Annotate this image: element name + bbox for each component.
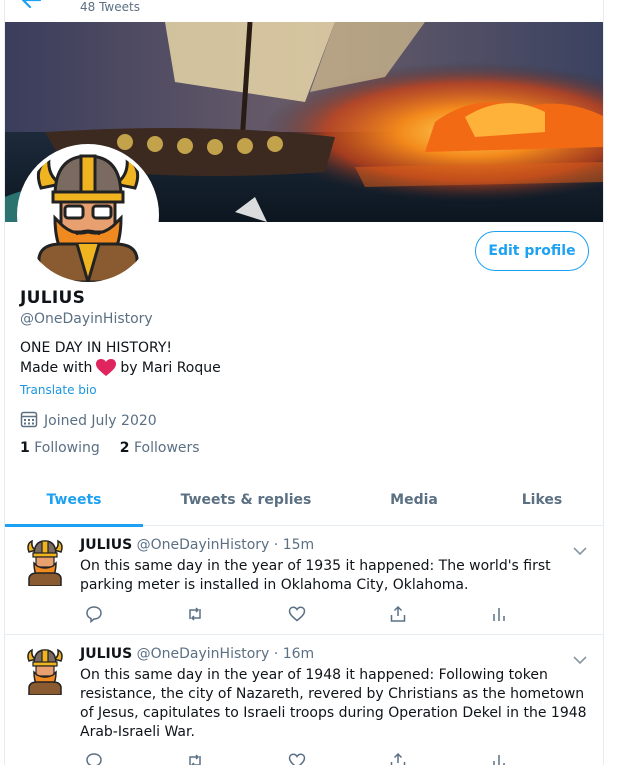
analytics-icon[interactable]	[490, 752, 508, 765]
reply-icon[interactable]	[85, 605, 103, 624]
tweet-avatar[interactable]	[23, 538, 67, 587]
tweet-text: On this same day in the year of 1948 it …	[80, 667, 587, 740]
tweet-author-handle[interactable]: @OneDayinHistory	[137, 537, 270, 553]
tab-media[interactable]: Media	[349, 474, 479, 526]
tweet-author-name[interactable]: JULIUS	[80, 537, 132, 553]
tweet-author-handle[interactable]: @OneDayinHistory	[137, 646, 270, 662]
tweet-item[interactable]: JULIUS @OneDayinHistory · 15m On this sa…	[5, 526, 603, 635]
calendar-icon	[20, 410, 38, 432]
tab-tweets-replies[interactable]: Tweets & replies	[143, 474, 349, 526]
back-arrow-icon[interactable]	[21, 0, 42, 9]
following-label: Following	[34, 440, 100, 456]
tab-likes[interactable]: Likes	[479, 474, 603, 526]
like-icon[interactable]	[288, 752, 306, 765]
tweet-actions	[80, 605, 510, 625]
tweet-text: On this same day in the year of 1935 it …	[80, 558, 551, 593]
tab-tweets[interactable]: Tweets	[5, 474, 143, 527]
tweet-actions	[80, 752, 510, 765]
bio-by: by Mari Roque	[120, 360, 221, 376]
translate-bio-link[interactable]: Translate bio	[20, 383, 97, 397]
profile-avatar[interactable]	[17, 144, 159, 286]
tweet-avatar[interactable]	[23, 647, 67, 696]
followers-count: 2	[119, 440, 130, 456]
share-icon[interactable]	[389, 752, 407, 765]
joined-date: Joined July 2020	[20, 410, 157, 432]
tweet-separator: ·	[273, 537, 279, 553]
retweet-icon[interactable]	[186, 605, 204, 623]
reply-icon[interactable]	[85, 752, 103, 765]
tweet-header: JULIUS @OneDayinHistory · 15m	[80, 537, 314, 553]
profile-tabs: Tweets Tweets & replies Media Likes	[5, 474, 603, 527]
following-count: 1	[20, 440, 30, 456]
joined-text: Joined July 2020	[44, 413, 157, 429]
chevron-down-icon[interactable]	[573, 541, 587, 556]
retweet-icon[interactable]	[186, 752, 204, 765]
bio-made-with: Made with	[20, 360, 93, 376]
bio-line-2: Made with by Mari Roque	[20, 359, 221, 377]
tweet-separator: ·	[273, 646, 279, 662]
profile-column: 48 Tweets Edit profile JULIUS @OneDayinH…	[4, 0, 604, 765]
profile-handle: @OneDayinHistory	[20, 311, 153, 327]
followers-link[interactable]: 2 Followers	[120, 440, 200, 456]
analytics-icon[interactable]	[490, 605, 508, 623]
like-icon[interactable]	[288, 605, 306, 623]
tweet-header: JULIUS @OneDayinHistory · 16m	[80, 646, 314, 662]
share-icon[interactable]	[389, 605, 407, 623]
tweet-time[interactable]: 16m	[283, 646, 314, 662]
profile-name: JULIUS	[20, 288, 86, 308]
chevron-down-icon[interactable]	[573, 650, 587, 665]
profile-header-bar: 48 Tweets	[5, 0, 603, 22]
tweet-count: 48 Tweets	[80, 0, 140, 14]
edit-profile-button[interactable]: Edit profile	[475, 231, 589, 271]
tweet-author-name[interactable]: JULIUS	[80, 646, 132, 662]
bio-line-1: ONE DAY IN HISTORY!	[20, 340, 172, 356]
heart-icon	[96, 359, 117, 377]
followers-label: Followers	[133, 440, 200, 456]
following-link[interactable]: 1 Following	[20, 440, 100, 456]
follow-stats: 1 Following 2 Followers	[20, 440, 200, 456]
tweet-item[interactable]: JULIUS @OneDayinHistory · 16m On this sa…	[5, 635, 603, 765]
tweet-time[interactable]: 15m	[283, 537, 314, 553]
